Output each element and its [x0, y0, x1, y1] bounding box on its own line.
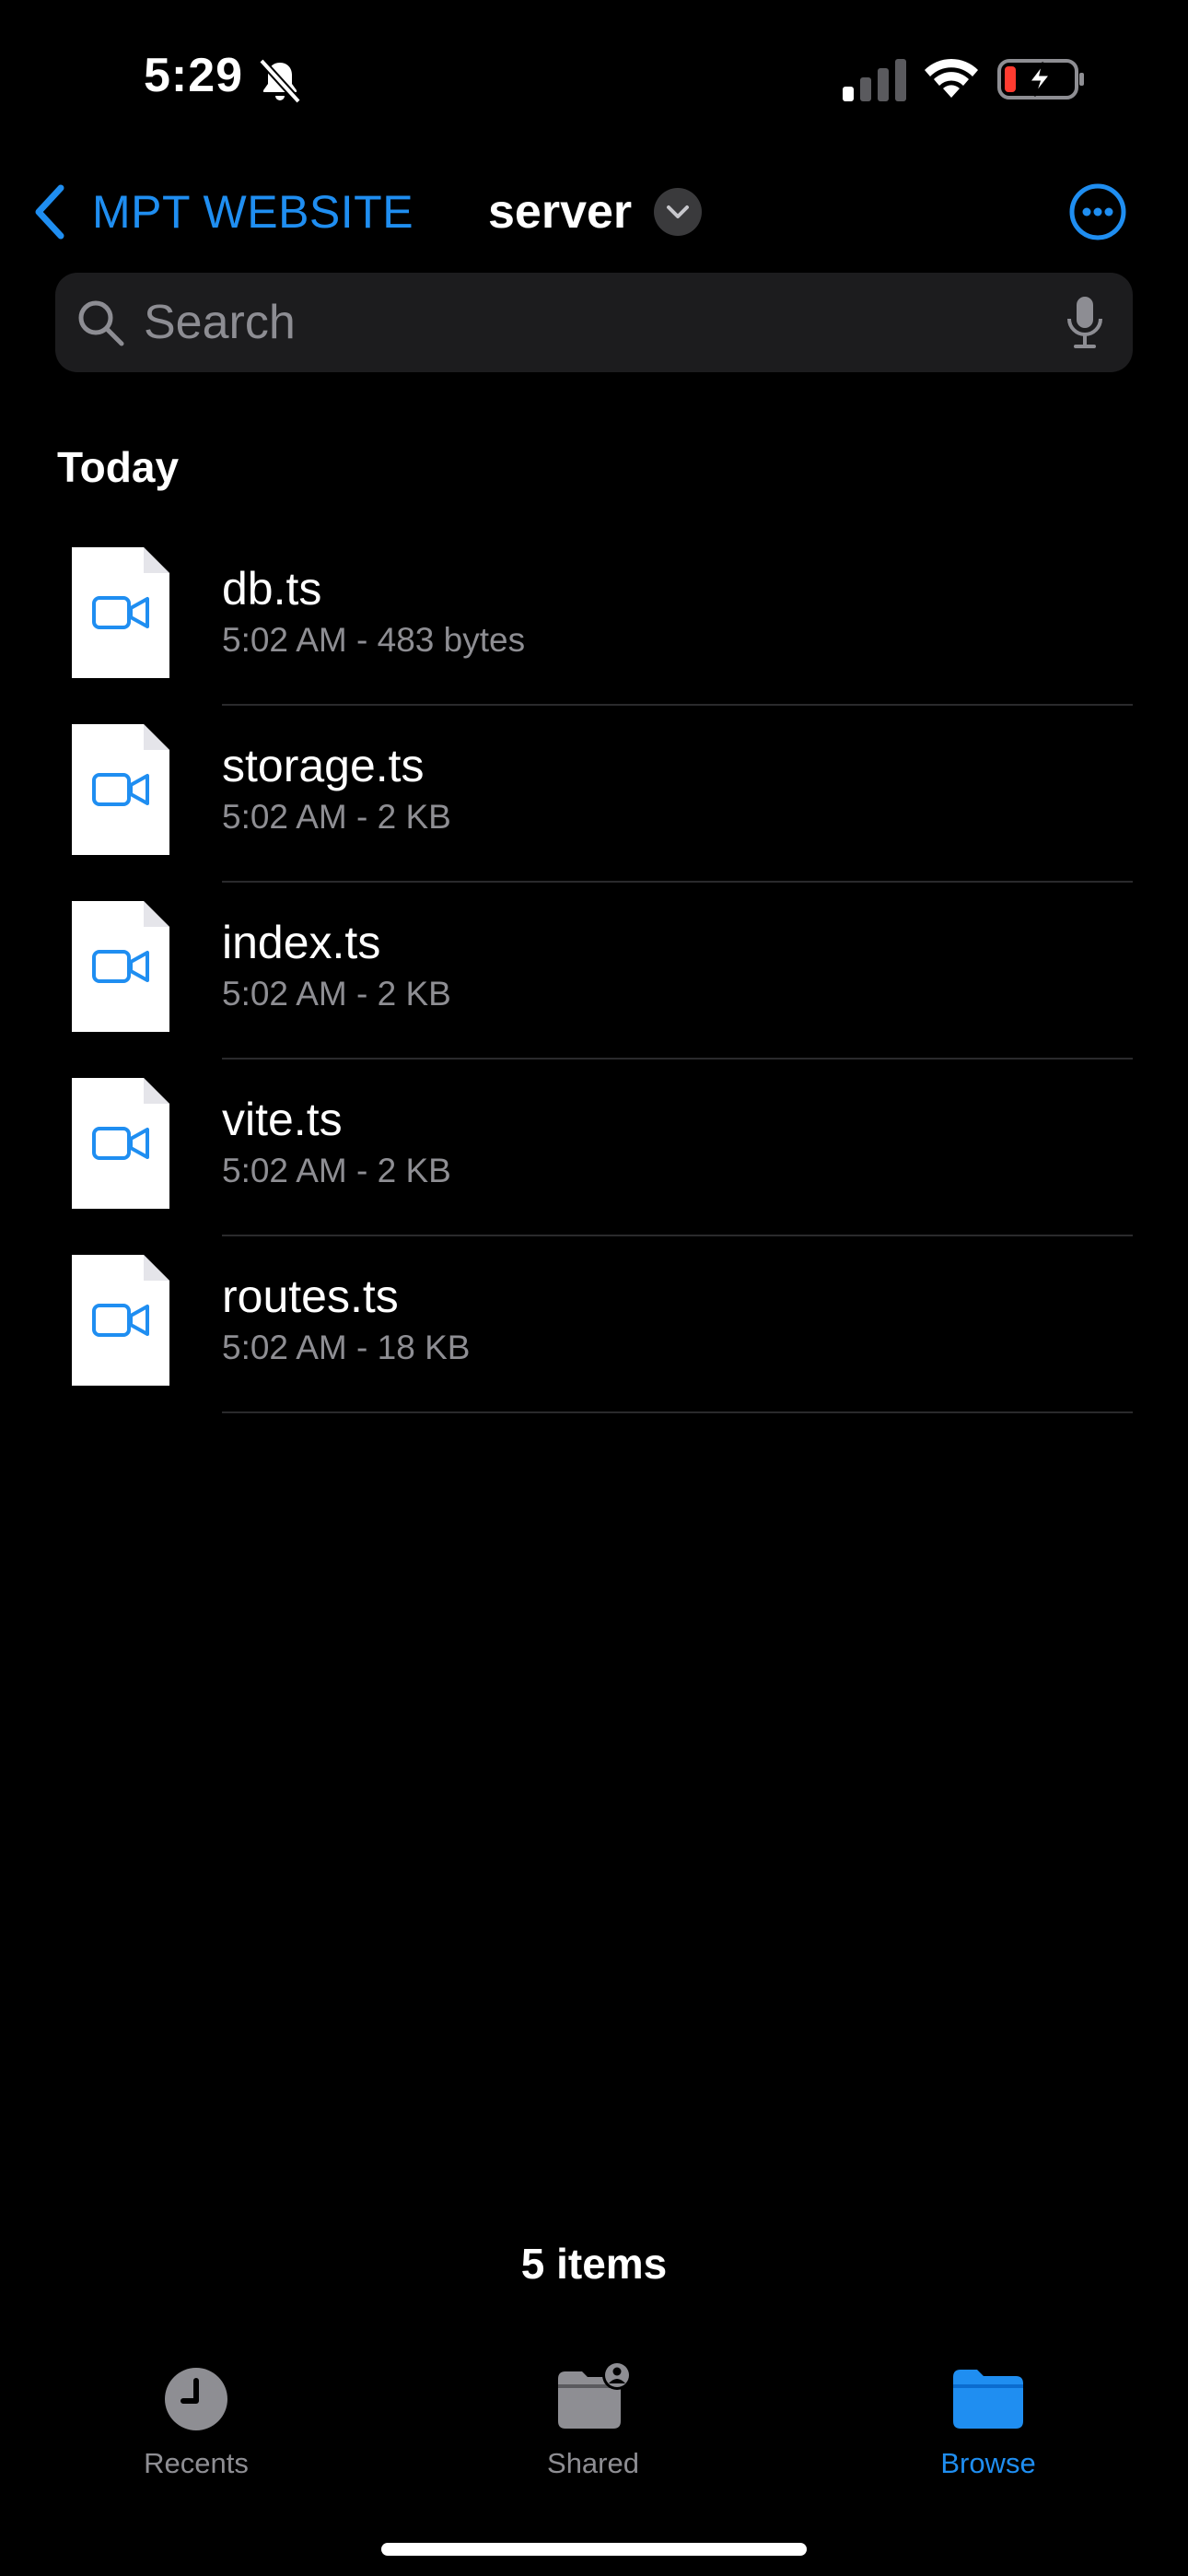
back-button[interactable]: MPT WEBSITE	[31, 175, 413, 249]
file-row-index[interactable]: index.ts 5:02 AM - 2 KB	[0, 883, 1188, 1060]
tab-label: Recents	[144, 2447, 249, 2479]
file-row-storage[interactable]: storage.ts 5:02 AM - 2 KB	[0, 706, 1188, 883]
video-file-icon	[72, 1078, 169, 1209]
bell-slash-icon	[259, 58, 301, 104]
chevron-down-icon	[654, 188, 703, 236]
file-meta: 5:02 AM - 2 KB	[222, 1152, 451, 1189]
file-list: db.ts 5:02 AM - 483 bytes storage.ts 5:0…	[0, 529, 1188, 1413]
file-name: db.ts	[222, 563, 322, 615]
search-input[interactable]	[142, 294, 1065, 351]
file-row-routes[interactable]: routes.ts 5:02 AM - 18 KB	[0, 1236, 1188, 1413]
file-meta: 5:02 AM - 2 KB	[222, 798, 451, 836]
tab-label: Shared	[547, 2447, 639, 2479]
file-row-vite[interactable]: vite.ts 5:02 AM - 2 KB	[0, 1060, 1188, 1236]
tab-label: Browse	[940, 2447, 1036, 2479]
folder-title-menu[interactable]: server	[488, 175, 703, 249]
clock-icon	[165, 2368, 227, 2430]
video-file-icon	[72, 1255, 169, 1386]
more-options-icon[interactable]	[1068, 182, 1127, 241]
home-indicator	[381, 2543, 807, 2556]
item-count: 5 items	[520, 2240, 668, 2288]
file-meta: 5:02 AM - 18 KB	[222, 1329, 471, 1366]
video-file-icon	[72, 724, 169, 855]
status-time: 5:29	[144, 49, 244, 102]
file-name: routes.ts	[222, 1270, 399, 1322]
page-title: server	[488, 185, 633, 239]
file-row-db[interactable]: db.ts 5:02 AM - 483 bytes	[0, 529, 1188, 706]
back-button-label: MPT WEBSITE	[92, 186, 414, 238]
battery-charging-icon	[997, 59, 1084, 100]
file-name: storage.ts	[222, 740, 425, 791]
wifi-icon	[925, 58, 978, 98]
navigation-bar: MPT WEBSITE server	[0, 175, 1188, 249]
cellular-signal-icon	[843, 59, 906, 101]
section-header-today: Today	[57, 443, 180, 491]
folder-icon	[953, 2370, 1023, 2429]
microphone-icon[interactable]	[1065, 295, 1105, 350]
status-bar: 5:29	[0, 0, 1188, 157]
search-icon	[78, 300, 124, 346]
file-name: vite.ts	[222, 1094, 343, 1145]
tab-shared[interactable]: Shared	[483, 2359, 704, 2480]
chevron-left-icon	[35, 184, 64, 240]
row-divider	[222, 1411, 1133, 1413]
search-bar	[55, 273, 1133, 372]
file-meta: 5:02 AM - 483 bytes	[222, 621, 526, 659]
video-file-icon	[72, 547, 169, 678]
shared-folder-icon	[558, 2360, 630, 2429]
tab-recents[interactable]: Recents	[86, 2359, 307, 2480]
file-meta: 5:02 AM - 2 KB	[222, 975, 451, 1013]
file-name: index.ts	[222, 917, 381, 968]
tab-browse[interactable]: Browse	[878, 2359, 1099, 2480]
video-file-icon	[72, 901, 169, 1032]
tab-bar: Recents Shared Browse	[0, 2359, 1188, 2497]
